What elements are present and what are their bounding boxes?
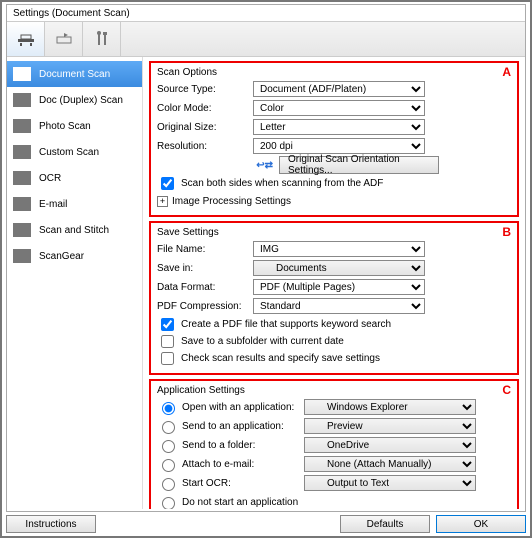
sidebar-item-label: Photo Scan	[39, 121, 91, 132]
sidebar-item-photo-scan[interactable]: Photo Scan	[7, 113, 142, 139]
section-scan-options: A Scan Options Source Type:Document (ADF…	[149, 61, 519, 217]
attach-email-radio[interactable]	[162, 459, 175, 472]
sidebar-item-label: Scan and Stitch	[39, 225, 109, 236]
attach-email-label: Attach to e-mail:	[182, 459, 300, 470]
send-to-app-label: Send to an application:	[182, 421, 300, 432]
sidebar-item-label: Doc (Duplex) Scan	[39, 95, 123, 106]
sidebar-item-label: OCR	[39, 173, 61, 184]
resolution-label: Resolution:	[157, 141, 253, 152]
data-format-label: Data Format:	[157, 282, 253, 293]
send-to-app-select[interactable]: Preview	[304, 418, 476, 434]
scangear-icon	[13, 249, 31, 263]
document-scan-icon	[13, 67, 31, 81]
pdf-compression-select[interactable]: Standard	[253, 298, 425, 314]
sidebar-item-ocr[interactable]: OCR	[7, 165, 142, 191]
sidebar: Document Scan Doc (Duplex) Scan Photo Sc…	[7, 57, 143, 509]
defaults-button[interactable]: Defaults	[340, 515, 430, 533]
sidebar-item-custom-scan[interactable]: Custom Scan	[7, 139, 142, 165]
sidebar-item-email[interactable]: E-mail	[7, 191, 142, 217]
open-with-label: Open with an application:	[182, 402, 300, 413]
duplex-scan-icon	[13, 93, 31, 107]
section-save-settings: B Save Settings File Name:IMG Save in: D…	[149, 221, 519, 375]
data-format-select[interactable]: PDF (Multiple Pages)	[253, 279, 425, 295]
section-letter-b: B	[502, 225, 511, 239]
ok-button[interactable]: OK	[436, 515, 526, 533]
reset-icon[interactable]: ↩⇄	[253, 160, 273, 171]
scan-stitch-icon	[13, 223, 31, 237]
footer-bar: Instructions Defaults OK	[6, 514, 526, 534]
file-name-label: File Name:	[157, 244, 253, 255]
send-to-folder-select[interactable]: OneDrive	[304, 437, 476, 453]
save-in-label: Save in:	[157, 263, 253, 274]
window-title: Settings (Document Scan)	[7, 5, 525, 21]
open-with-select[interactable]: Windows Explorer	[304, 399, 476, 415]
sidebar-item-label: Document Scan	[39, 69, 110, 80]
photo-scan-icon	[13, 119, 31, 133]
color-mode-label: Color Mode:	[157, 103, 253, 114]
start-ocr-radio[interactable]	[162, 478, 175, 491]
custom-scan-icon	[13, 145, 31, 159]
expander-label: Image Processing Settings	[172, 196, 291, 207]
content-pane: A Scan Options Source Type:Document (ADF…	[143, 57, 525, 509]
ocr-icon	[13, 171, 31, 185]
check-results-label: Check scan results and specify save sett…	[181, 353, 380, 364]
scan-both-sides-label: Scan both sides when scanning from the A…	[181, 178, 383, 189]
section-title: Save Settings	[157, 227, 511, 238]
sidebar-item-label: E-mail	[39, 199, 67, 210]
keyword-search-label: Create a PDF file that supports keyword …	[181, 319, 391, 330]
source-type-label: Source Type:	[157, 84, 253, 95]
plus-icon: +	[157, 196, 168, 207]
subfolder-date-checkbox[interactable]	[161, 335, 174, 348]
instructions-button[interactable]: Instructions	[6, 515, 96, 533]
settings-window: Settings (Document Scan) Document Scan D…	[6, 4, 526, 512]
original-size-select[interactable]: Letter	[253, 119, 425, 135]
section-letter-c: C	[502, 383, 511, 397]
sidebar-item-scan-stitch[interactable]: Scan and Stitch	[7, 217, 142, 243]
attach-email-select[interactable]: None (Attach Manually)	[304, 456, 476, 472]
send-to-folder-label: Send to a folder:	[182, 440, 300, 451]
toolbar-tab-tools[interactable]	[83, 22, 121, 56]
sidebar-item-scangear[interactable]: ScanGear	[7, 243, 142, 269]
section-application-settings: C Application Settings Open with an appl…	[149, 379, 519, 509]
pdf-compression-label: PDF Compression:	[157, 301, 253, 312]
scan-both-sides-checkbox[interactable]	[161, 177, 174, 190]
check-results-checkbox[interactable]	[161, 352, 174, 365]
subfolder-date-label: Save to a subfolder with current date	[181, 336, 344, 347]
do-not-start-label: Do not start an application	[182, 497, 300, 508]
sidebar-item-label: ScanGear	[39, 251, 84, 262]
keyword-search-checkbox[interactable]	[161, 318, 174, 331]
section-title: Application Settings	[157, 385, 511, 396]
start-ocr-select[interactable]: Output to Text	[304, 475, 476, 491]
image-processing-expander[interactable]: + Image Processing Settings	[157, 193, 511, 209]
send-to-folder-radio[interactable]	[162, 440, 175, 453]
sidebar-item-label: Custom Scan	[39, 147, 99, 158]
email-icon	[13, 197, 31, 211]
save-in-select[interactable]: Documents	[253, 260, 425, 276]
source-type-select[interactable]: Document (ADF/Platen)	[253, 81, 425, 97]
open-with-radio[interactable]	[162, 402, 175, 415]
section-title: Scan Options	[157, 67, 511, 78]
resolution-select[interactable]: 200 dpi	[253, 138, 425, 154]
color-mode-select[interactable]: Color	[253, 100, 425, 116]
send-to-app-radio[interactable]	[162, 421, 175, 434]
sidebar-item-document-scan[interactable]: Document Scan	[7, 61, 142, 87]
file-name-select[interactable]: IMG	[253, 241, 425, 257]
original-size-label: Original Size:	[157, 122, 253, 133]
orientation-settings-button[interactable]: Original Scan Orientation Settings...	[279, 156, 439, 174]
do-not-start-radio[interactable]	[162, 497, 175, 509]
top-toolbar	[7, 21, 525, 57]
sidebar-item-doc-duplex[interactable]: Doc (Duplex) Scan	[7, 87, 142, 113]
toolbar-tab-external[interactable]	[45, 22, 83, 56]
section-letter-a: A	[502, 65, 511, 79]
start-ocr-label: Start OCR:	[182, 478, 300, 489]
toolbar-tab-scanner[interactable]	[7, 22, 45, 56]
